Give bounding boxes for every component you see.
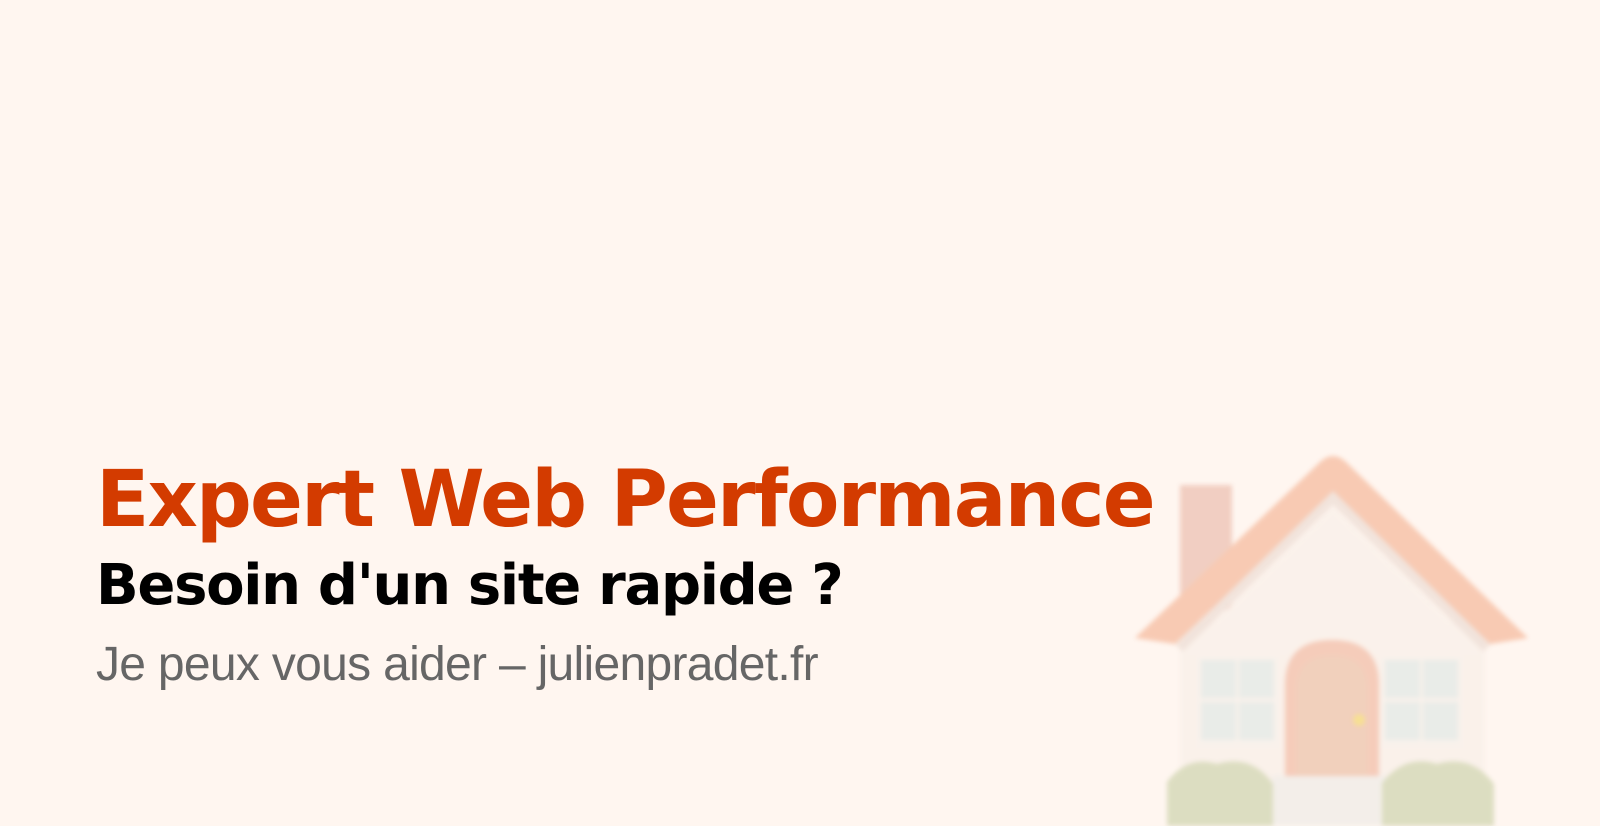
front-step [1272, 776, 1389, 826]
left-window-pane-1 [1201, 660, 1236, 698]
page-title: Expert Web Performance [96, 455, 1156, 545]
right-window-pane-2 [1423, 660, 1458, 698]
house-illustration [1135, 456, 1528, 826]
headline-block: Expert Web Performance Besoin d'un site … [96, 455, 1196, 693]
social-card: Expert Web Performance Besoin d'un site … [0, 0, 1600, 826]
left-window-pane-2 [1239, 660, 1274, 698]
right-bush [1382, 761, 1494, 826]
left-window [1197, 656, 1279, 748]
right-window-pane-3 [1385, 702, 1420, 740]
house-group [1135, 456, 1528, 826]
right-window-pane-4 [1423, 702, 1458, 740]
door-group [1285, 640, 1379, 780]
door-knob [1353, 714, 1365, 726]
right-window [1381, 656, 1463, 748]
page-subtitle: Besoin d'un site rapide ? [96, 553, 844, 618]
left-window-pane-3 [1201, 702, 1236, 740]
right-window-pane-1 [1385, 660, 1420, 698]
left-window-pane-4 [1239, 702, 1274, 740]
tagline: Je peux vous aider – julienpradet.fr [96, 638, 819, 691]
left-bush [1167, 761, 1273, 826]
